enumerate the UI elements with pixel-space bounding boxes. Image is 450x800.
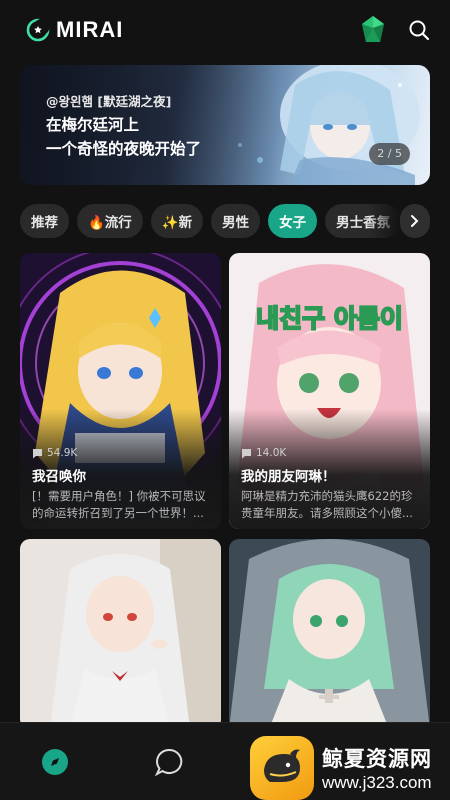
site-watermark: 鲸夏资源网 www.j323.com: [250, 736, 450, 800]
chat-bubble-icon: [33, 448, 42, 458]
watermark-site-name: 鲸夏资源网: [322, 747, 432, 771]
nav-explore[interactable]: [40, 747, 70, 777]
chat-bubble-icon: [242, 448, 251, 458]
chat-count-value: 54.9K: [47, 447, 78, 459]
tab-recommend[interactable]: 推荐: [20, 204, 69, 238]
category-tabs: 推荐 🔥流行 ✨新 男性 女子 男士香氛: [20, 204, 430, 240]
chat-count: 14.0K: [241, 447, 286, 459]
card-title: 我召唤你: [32, 469, 86, 485]
chat-icon: [154, 748, 183, 777]
chat-count-value: 14.0K: [256, 447, 287, 459]
card-illustration: [229, 539, 430, 729]
banner-title-line2: 一个奇怪的夜晚开始了: [46, 140, 202, 158]
whale-logo-icon: [250, 736, 314, 800]
featured-banner[interactable]: @왕왼햄 [默廷湖之夜] 在梅尔廷河上 一个奇怪的夜晚开始了 2 / 5: [20, 65, 430, 185]
banner-title: 在梅尔廷河上 一个奇怪的夜晚开始了: [46, 113, 201, 161]
nav-chat[interactable]: [154, 747, 184, 777]
chevron-right-icon: [411, 215, 419, 227]
chat-count: 54.9K: [32, 447, 77, 459]
moon-logo-icon: [26, 18, 50, 42]
watermark-site-url: www.j323.com: [322, 773, 432, 792]
card-description: [！需要用户角色！] 你被不可思议的命运转折召到了另一个世界！...: [32, 489, 206, 520]
tab-new[interactable]: ✨新: [150, 204, 204, 238]
character-card[interactable]: 내친구 아름이 14.0K 我的朋友阿琳！ 阿琳是精力充沛的猫头鹰622的珍贵童…: [229, 253, 430, 529]
character-card[interactable]: [20, 539, 221, 729]
character-card[interactable]: 54.9K 我召唤你 [！需要用户角色！] 你被不可思议的命运转折召到了另一个世…: [20, 253, 221, 529]
tabs-scroll-right-button[interactable]: [400, 204, 430, 238]
card-title: 我的朋友阿琳！: [241, 469, 336, 485]
tab-female[interactable]: 女子: [268, 204, 318, 238]
tab-male[interactable]: 男性: [211, 204, 261, 238]
banner-author: @왕왼햄 [默廷湖之夜]: [46, 94, 172, 109]
tab-popular[interactable]: 🔥流行: [77, 204, 143, 238]
banner-page-indicator: 2 / 5: [369, 143, 410, 165]
compass-icon: [42, 749, 68, 775]
card-overlay-text: 내친구 아름이: [255, 303, 404, 334]
search-icon[interactable]: [408, 19, 430, 41]
app-name: MIRAI: [56, 17, 124, 42]
app-header: MIRAI: [0, 0, 450, 60]
banner-title-line1: 在梅尔廷河上: [46, 116, 140, 134]
card-illustration: [20, 539, 221, 729]
card-description: 阿琳是精力充沛的猫头鹰622的珍贵童年朋友。请多照顾这个小傻...: [241, 489, 413, 520]
character-card[interactable]: [229, 539, 430, 729]
app-logo[interactable]: MIRAI: [26, 17, 123, 43]
gem-icon[interactable]: [360, 15, 386, 45]
tabs-fade: [368, 204, 402, 238]
